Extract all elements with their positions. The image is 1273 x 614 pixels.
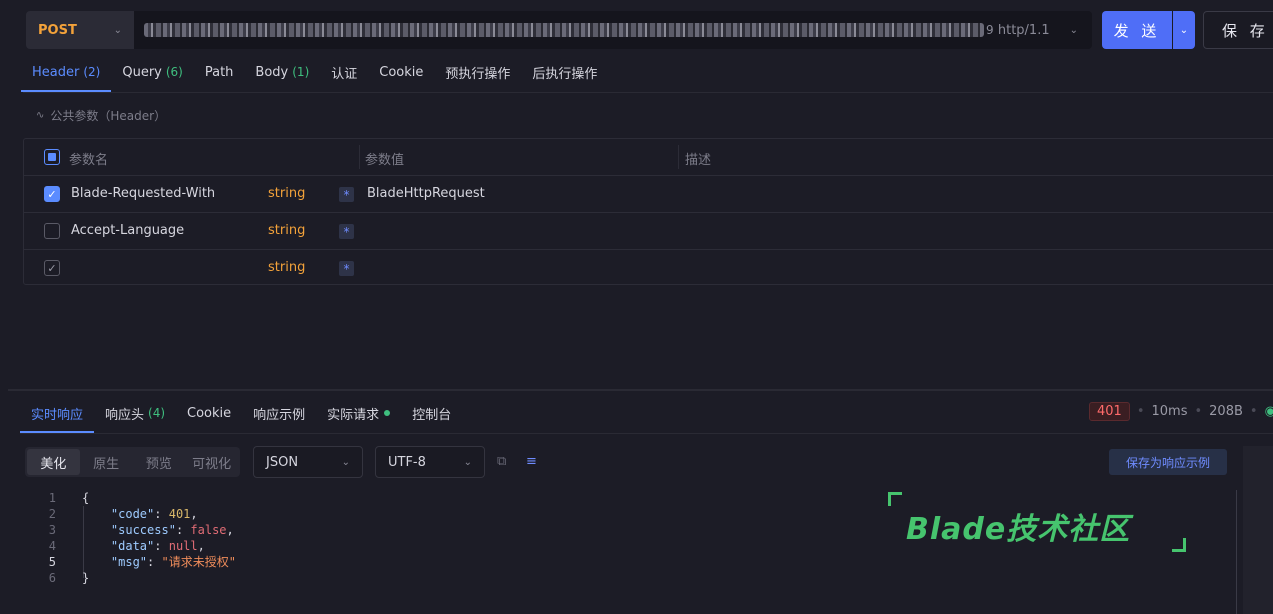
code-line: "msg": "请求未授权" — [110, 555, 236, 569]
response-time: 10ms — [1151, 404, 1188, 419]
code-line: "data": null, — [110, 539, 205, 553]
param-name[interactable]: Accept-Language — [71, 223, 184, 238]
minimap[interactable] — [1243, 446, 1273, 614]
globe-icon[interactable]: ◉ — [1265, 404, 1273, 419]
check-icon: ✓ — [47, 187, 57, 201]
format-label: JSON — [266, 454, 299, 470]
line-number: 4 — [48, 539, 56, 553]
col-desc-header: 描述 — [685, 153, 712, 168]
line-number: 6 — [48, 571, 56, 585]
table-row: Accept-Language string * — [24, 213, 1273, 250]
col-value-header: 参数值 — [365, 153, 405, 168]
tab-live-response[interactable]: 实时响应 — [20, 393, 95, 433]
row-checkbox[interactable] — [44, 223, 60, 239]
chevron-down-icon: ⌄ — [463, 456, 472, 468]
line-number: 1 — [48, 491, 56, 505]
line-number: 5 — [48, 555, 56, 569]
tab-response-headers[interactable]: 响应头 (4) — [94, 393, 176, 433]
select-all-checkbox[interactable] — [44, 149, 60, 165]
view-mode-group: 美化 原生 预览 可视化 — [25, 447, 240, 477]
tab-post-request[interactable]: 后执行操作 — [521, 52, 608, 92]
tab-actual-request[interactable]: 实际请求 — [316, 393, 401, 433]
param-type[interactable]: string — [268, 223, 305, 238]
encoding-label: UTF-8 — [388, 454, 426, 470]
tab-header[interactable]: Header (2) — [21, 52, 112, 92]
code-line: } — [82, 571, 90, 585]
request-tabs: Header (2) Query (6) Path Body (1) 认证 Cooki… — [21, 52, 608, 92]
param-name[interactable]: Blade-Requested-With — [71, 186, 215, 201]
param-type[interactable]: string — [268, 186, 305, 201]
row-checkbox[interactable]: ✓ — [44, 260, 60, 276]
save-as-example-button[interactable]: 保存为响应示例 — [1109, 449, 1227, 475]
tab-console[interactable]: 控制台 — [401, 393, 462, 433]
watermark-corner — [1172, 538, 1186, 552]
public-params-toggle[interactable]: ∿ 公共参数（Header） — [36, 107, 166, 124]
response-tabs: 实时响应 响应头 (4) Cookie 响应示例 实际请求 控制台 — [20, 393, 462, 433]
copy-icon[interactable]: ⧉ — [497, 454, 506, 469]
line-number: 2 — [48, 507, 56, 521]
column-divider — [359, 145, 360, 169]
watermark-text: Blade技术社区 — [906, 512, 1131, 547]
chevron-down-icon: ⌄ — [341, 456, 350, 468]
param-value[interactable]: BladeHttpRequest — [367, 186, 485, 201]
param-type[interactable]: string — [268, 260, 305, 275]
code-line: "code": 401, — [110, 507, 198, 521]
watermark: Blade技术社区 — [888, 492, 1188, 554]
send-dropdown-button[interactable]: ⌄ — [1173, 11, 1195, 49]
required-toggle[interactable]: * — [339, 261, 354, 276]
table-row: ✓ Blade-Requested-With string * BladeHtt… — [24, 176, 1273, 213]
status-code-badge: 401 — [1089, 402, 1130, 421]
watermark-corner — [888, 492, 902, 506]
tab-response-example[interactable]: 响应示例 — [242, 393, 316, 433]
code-line: { — [82, 491, 90, 505]
url-input[interactable]: 9 http/1.1 ⌄ — [134, 11, 1092, 49]
url-blurred-text — [144, 23, 984, 37]
editor-scrollbar[interactable] — [1236, 490, 1244, 614]
row-checkbox[interactable]: ✓ — [44, 186, 60, 202]
line-number: 3 — [48, 523, 56, 537]
panel-resize-handle[interactable] — [8, 389, 1273, 391]
response-tabs-divider — [20, 433, 1273, 434]
col-name-header: 参数名 — [69, 153, 109, 168]
check-icon: ✓ — [47, 261, 57, 275]
tab-cookie[interactable]: Cookie — [368, 52, 434, 92]
view-visualize-button[interactable]: 可视化 — [185, 449, 238, 475]
view-preview-button[interactable]: 预览 — [133, 449, 186, 475]
response-status: 401 • 10ms • 208B • ◉ — [1089, 402, 1273, 421]
encoding-select[interactable]: UTF-8 ⌄ — [375, 446, 485, 478]
wrap-lines-icon[interactable]: ≡ — [526, 454, 537, 469]
method-select[interactable]: POST ⌄ — [26, 11, 134, 49]
public-params-label: 公共参数（Header） — [50, 109, 167, 123]
status-dot — [384, 410, 391, 416]
send-button[interactable]: 发 送 — [1102, 11, 1172, 49]
response-size: 208B — [1209, 404, 1243, 419]
tab-query[interactable]: Query (6) — [111, 52, 194, 92]
format-select[interactable]: JSON ⌄ — [253, 446, 363, 478]
required-toggle[interactable]: * — [339, 224, 354, 239]
method-label: POST — [38, 22, 77, 38]
code-line: "success": false, — [110, 523, 234, 537]
tab-auth[interactable]: 认证 — [320, 52, 368, 92]
tab-pre-request[interactable]: 预执行操作 — [434, 52, 521, 92]
protocol-label: http/1.1 — [997, 22, 1050, 38]
tab-body[interactable]: Body (1) — [244, 52, 320, 92]
url-suffix: 9 — [986, 23, 994, 37]
chevron-down-icon: ⌄ — [113, 24, 122, 36]
save-button[interactable]: 保 存 — [1203, 11, 1273, 49]
eye-closed-icon: ∿ — [36, 110, 45, 121]
params-table: 参数名 参数值 描述 ✓ Blade-Requested-With string… — [23, 138, 1273, 285]
view-pretty-button[interactable]: 美化 — [27, 449, 80, 475]
tab-response-cookie[interactable]: Cookie — [176, 393, 242, 433]
table-row: ✓ string * — [24, 250, 1273, 287]
tab-path[interactable]: Path — [194, 52, 245, 92]
table-header-row: 参数名 参数值 描述 — [24, 139, 1273, 176]
view-raw-button[interactable]: 原生 — [80, 449, 133, 475]
chevron-down-icon: ⌄ — [1179, 24, 1189, 36]
tabs-divider — [23, 92, 1273, 93]
protocol-select[interactable]: http/1.1 ⌄ — [998, 11, 1078, 49]
column-divider — [678, 145, 679, 169]
chevron-down-icon: ⌄ — [1069, 24, 1078, 36]
required-toggle[interactable]: * — [339, 187, 354, 202]
